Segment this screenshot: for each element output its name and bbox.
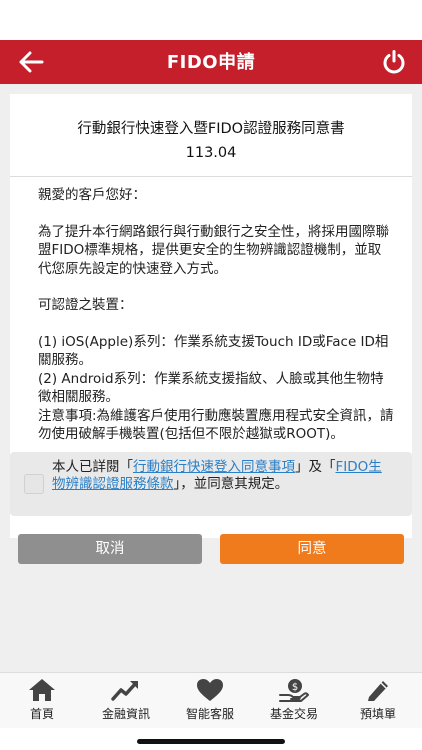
notice-text: 注意事項:為維護客戶使用行動應裝置應用程式安全資訊，請勿使用破解手機裝置(包括但…	[38, 407, 394, 443]
tab-fund-trading[interactable]: $ 基金交易	[252, 673, 336, 729]
tab-smart-service[interactable]: 智能客服	[168, 673, 252, 729]
consent-suffix: 」，並同意其規定。	[173, 476, 289, 492]
intro-paragraph: 為了提升本行網路銀行與行動銀行之安全性，將採用國際聯盟FIDO標準規格，提供更安…	[38, 223, 389, 277]
agree-button[interactable]: 同意	[220, 534, 404, 564]
logout-button[interactable]	[378, 46, 410, 78]
tab-prefill-form[interactable]: 預填單	[336, 673, 420, 729]
power-icon	[383, 50, 405, 74]
money-hand-icon: $	[279, 679, 309, 702]
tab-label-fund-trading: 基金交易	[269, 707, 318, 721]
document-version: 113.04	[185, 145, 237, 161]
heart-icon	[197, 679, 223, 701]
app-header: FIDO申請	[0, 40, 422, 84]
trend-chart-icon	[111, 681, 138, 701]
greeting-text: 親愛的客戶您好：	[38, 187, 146, 203]
tab-label-home: 首頁	[29, 707, 54, 721]
home-icon	[29, 679, 55, 701]
svg-text:$: $	[292, 682, 298, 693]
home-indicator[interactable]	[137, 739, 285, 744]
cancel-button[interactable]: 取消	[18, 534, 202, 564]
devices-heading: 可認證之裝置：	[38, 297, 133, 313]
divider	[10, 176, 412, 177]
document-body: 親愛的客戶您好： 為了提升本行網路銀行與行動銀行之安全性，將採用國際聯盟FIDO…	[38, 186, 394, 444]
tab-label-prefill-form: 預填單	[359, 707, 396, 721]
consent-prefix: 本人已詳閱「	[52, 459, 133, 475]
quick-login-terms-link[interactable]: 行動銀行快速登入同意事項	[133, 459, 295, 475]
tab-financial-info[interactable]: 金融資訊	[84, 673, 168, 729]
document-title: 行動銀行快速登入暨FIDO認證服務同意書	[77, 121, 345, 137]
tab-home[interactable]: 首頁	[0, 673, 84, 729]
status-bar-area	[0, 0, 422, 40]
device-ios-text: (1) iOS(Apple)系列：作業系統支援Touch ID或Face ID相…	[38, 333, 389, 369]
home-indicator-area	[0, 728, 422, 750]
main-content: 行動銀行快速登入暨FIDO認證服務同意書 113.04 親愛的客戶您好： 為了提…	[0, 84, 422, 672]
device-android-text: (2) Android系列：作業系統支援指紋、人臉或其他生物特徵相關服務。	[38, 370, 384, 406]
tab-label-financial-info: 金融資訊	[101, 707, 150, 721]
consent-text: 本人已詳閱「行動銀行快速登入同意事項」及「FIDO生物辨識認證服務條款」，並同意…	[52, 459, 392, 493]
consent-checkbox[interactable]	[24, 474, 44, 494]
consent-mid: 」及「	[295, 459, 336, 475]
consent-box: 本人已詳閱「行動銀行快速登入同意事項」及「FIDO生物辨識認證服務條款」，並同意…	[10, 452, 412, 516]
tab-label-smart-service: 智能客服	[185, 707, 234, 721]
bottom-tab-bar: 首頁 金融資訊 智能客服 $ 基金交易 預填單	[0, 672, 422, 729]
page-title: FIDO申請	[166, 52, 256, 73]
pencil-icon	[368, 681, 388, 701]
